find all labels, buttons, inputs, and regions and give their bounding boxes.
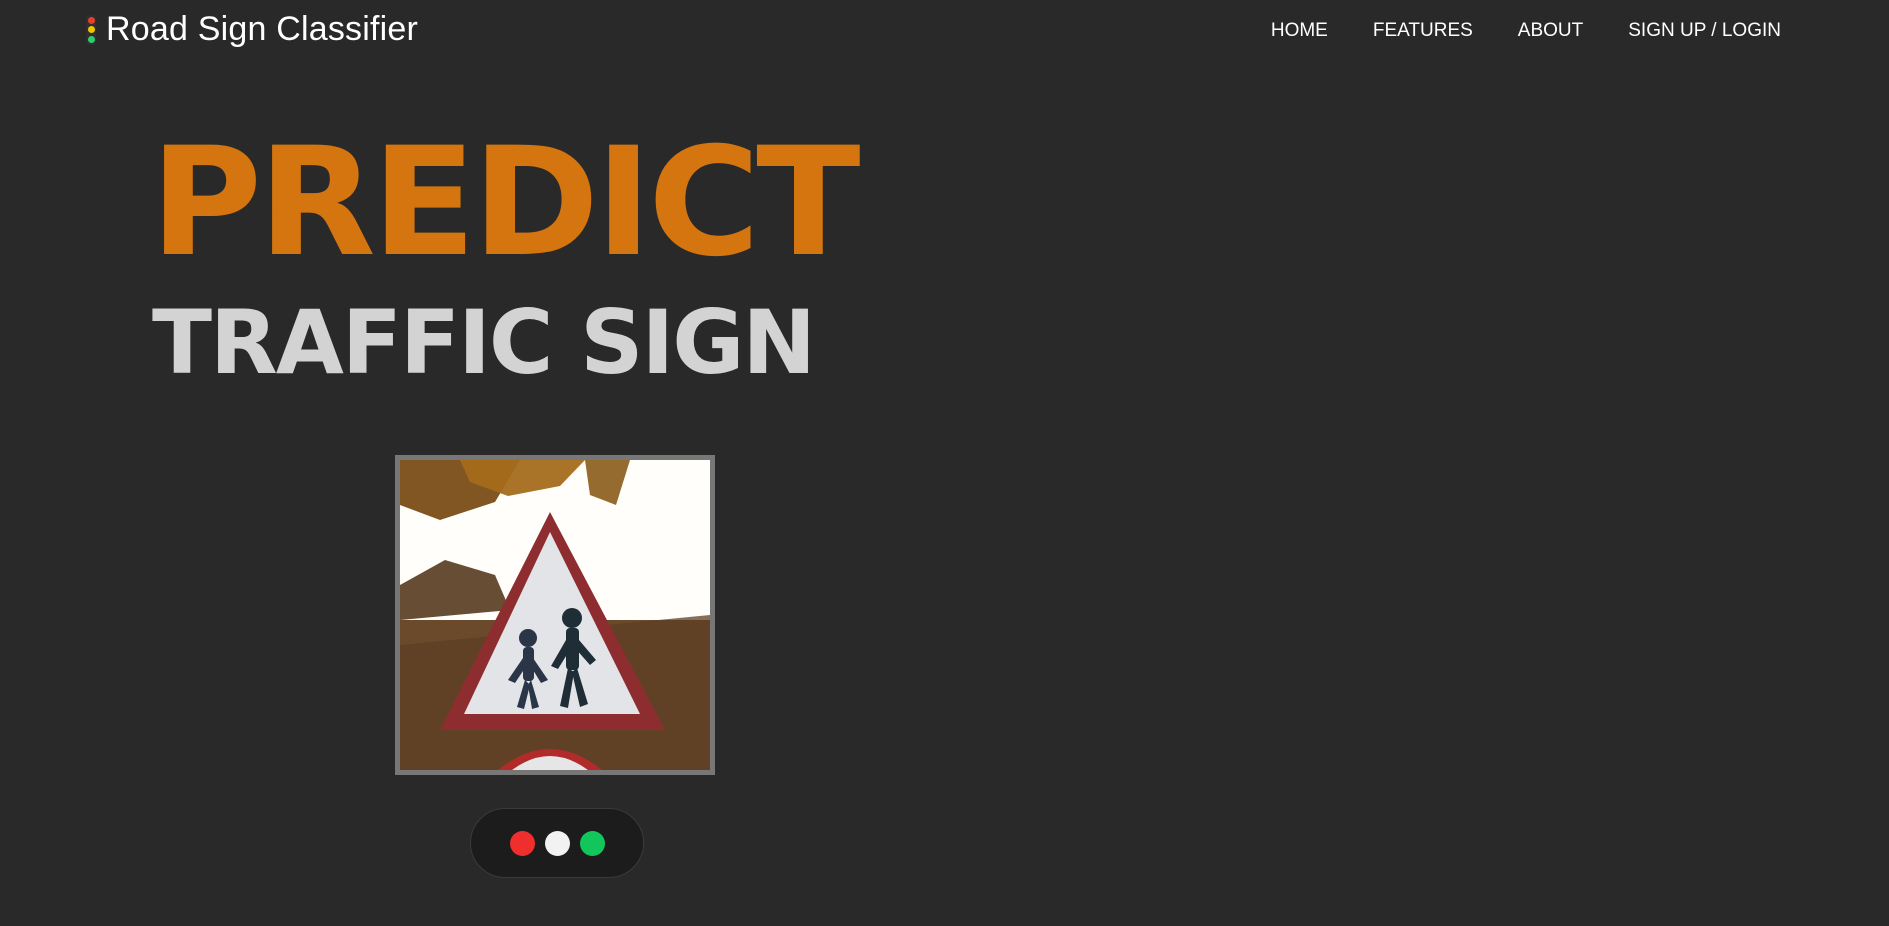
nav-signup-login-link[interactable]: SIGN UP / LOGIN [1628, 20, 1781, 42]
uploaded-image-frame [395, 455, 715, 775]
hero-title: PREDICT [150, 116, 861, 290]
nav-about-link[interactable]: ABOUT [1518, 20, 1583, 42]
nav-home-link[interactable]: HOME [1271, 20, 1328, 42]
green-light-icon [579, 830, 605, 856]
traffic-light-status [470, 808, 644, 878]
traffic-light-icon [86, 14, 96, 45]
main-navigation: HOME FEATURES ABOUT SIGN UP / LOGIN [1226, 20, 1781, 42]
brand-title: Road Sign Classifier [106, 10, 419, 48]
brand-link[interactable]: Road Sign Classifier [86, 10, 418, 49]
navbar: Road Sign Classifier HOME FEATURES ABOUT… [0, 0, 1889, 64]
red-light-icon [509, 830, 535, 856]
hero-subtitle: TRAFFIC SIGN [152, 291, 816, 394]
nav-features-link[interactable]: FEATURES [1373, 20, 1473, 42]
road-sign-image [400, 460, 710, 770]
white-light-icon [544, 830, 570, 856]
